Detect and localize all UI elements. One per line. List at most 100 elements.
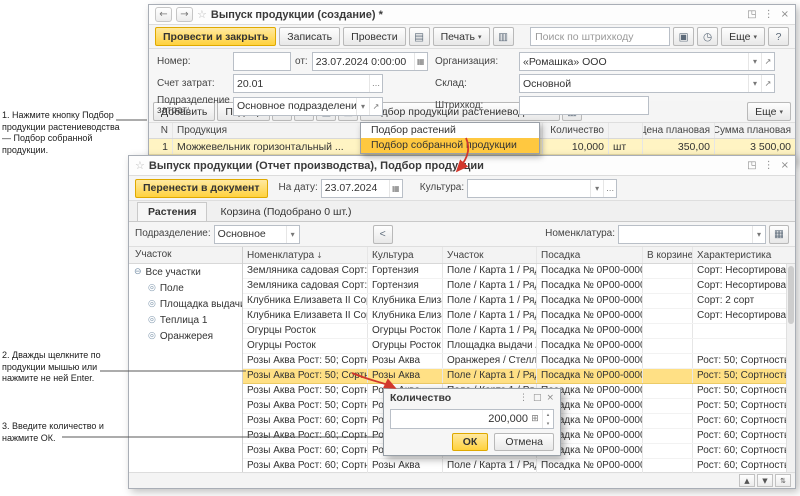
more-icon[interactable]: ⋮ <box>519 393 528 403</box>
table-row[interactable]: Клубника Елизавета II Сорт: Несор... Клу… <box>243 309 795 324</box>
create-based-on-icon[interactable]: ▤ <box>409 27 430 46</box>
open-icon[interactable]: ↗ <box>369 98 382 115</box>
spin-up-icon[interactable]: ▴ <box>543 410 553 419</box>
get-link-icon[interactable]: ◳ <box>747 9 756 20</box>
nomenclature-search-field[interactable]: ▾ <box>618 225 766 244</box>
calendar-icon[interactable]: ▦ <box>414 53 427 70</box>
column-header-culture[interactable]: Культура <box>368 247 443 263</box>
more-icon[interactable]: ⋮ <box>764 9 774 20</box>
chevron-down-icon[interactable]: ▾ <box>286 226 299 243</box>
warehouse-field[interactable]: Основной ▾ ↗ <box>519 74 775 93</box>
scroll-down-icon[interactable]: ▼ <box>757 474 773 487</box>
transfer-to-document-button[interactable]: Перенести в документ <box>135 179 268 198</box>
column-header-nomenclature[interactable]: Номенклатура↓ <box>243 247 368 263</box>
column-header-sum[interactable]: Сумма плановая <box>715 123 795 138</box>
table-row[interactable]: Огурцы Росток Огурцы Росток Площадка выд… <box>243 339 795 354</box>
menu-item-pick-plants[interactable]: Подбор растений <box>361 123 539 138</box>
barcode-input[interactable] <box>519 96 649 115</box>
table-row[interactable]: Земляника садовая Сорт: Несорти... Горте… <box>243 264 795 279</box>
column-header-quantity[interactable]: Количество <box>543 123 609 138</box>
history-icon[interactable]: ◷ <box>697 27 718 46</box>
close-icon[interactable]: × <box>781 9 789 20</box>
open-icon[interactable]: ↗ <box>761 75 774 92</box>
table-row[interactable]: Клубника Елизавета II Сорт: 2 сорт Клубн… <box>243 294 795 309</box>
more-button[interactable]: Еще ▾ <box>721 27 765 46</box>
get-link-icon[interactable]: ◳ <box>747 160 756 171</box>
menu-item-pick-harvested-products[interactable]: Подбор собранной продукции <box>361 138 539 153</box>
spin-down-icon[interactable]: ▾ <box>543 419 553 428</box>
post-and-close-button[interactable]: Провести и закрыть <box>155 27 276 46</box>
chevron-down-icon[interactable]: ▾ <box>356 98 369 115</box>
vertical-scrollbar[interactable] <box>786 264 795 472</box>
choose-icon[interactable]: … <box>603 180 616 197</box>
back-level-button[interactable]: < <box>373 225 393 244</box>
table-row[interactable]: Земляника садовая Сорт: Несорти... Горте… <box>243 279 795 294</box>
print-button[interactable]: Печать ▾ <box>433 27 490 46</box>
tab-basket[interactable]: Корзина (Подобрано 0 шт.) <box>209 202 362 221</box>
table-row[interactable]: Розы Аква Рост: 50; Сортность: НС Розы А… <box>243 369 795 384</box>
column-header-characteristic[interactable]: Характеристика <box>693 247 795 263</box>
save-button[interactable]: Записать <box>279 27 340 46</box>
ok-button[interactable]: ОК <box>452 433 489 451</box>
tree-collapse-icon[interactable]: ⊖ <box>134 267 142 277</box>
culture-field[interactable]: ▾ … <box>467 179 617 198</box>
organization-field[interactable]: «Ромашка» ООО ▾ ↗ <box>519 52 775 71</box>
close-icon[interactable]: × <box>781 160 789 171</box>
chevron-down-icon[interactable]: ▾ <box>748 75 761 92</box>
column-header-price[interactable]: Цена плановая <box>643 123 715 138</box>
cell-culture: Розы Аква <box>368 459 443 473</box>
scroll-up-icon[interactable]: ▲ <box>739 474 755 487</box>
number-input[interactable] <box>233 52 291 71</box>
tree-item[interactable]: ◎ Оранжерея <box>129 328 242 344</box>
tree-item[interactable]: ◎ Теплица 1 <box>129 312 242 328</box>
label-print-icon[interactable]: ▥ <box>493 27 514 46</box>
cell-nomenclature: Розы Аква Рост: 60; Сортность: С <box>243 444 368 458</box>
warehouse-label: Склад: <box>435 79 515 89</box>
favorite-star-icon[interactable]: ☆ <box>197 8 207 21</box>
annotation-step-3: 3. Введите количество и нажмите ОК. <box>2 421 110 444</box>
scroll-ends-icon[interactable]: ⇅ <box>775 474 791 487</box>
open-icon[interactable]: ↗ <box>761 53 774 70</box>
favorite-star-icon[interactable]: ☆ <box>135 159 145 172</box>
choose-icon[interactable]: … <box>369 75 382 92</box>
department-combo[interactable]: Основное ▾ <box>214 225 300 244</box>
more-icon[interactable]: ⋮ <box>764 160 774 171</box>
close-icon[interactable]: × <box>546 393 554 403</box>
column-header-n[interactable]: N <box>149 123 173 138</box>
restore-window-icon[interactable]: □ <box>533 393 542 403</box>
quantity-input[interactable]: 200,000 ⊞ ▴ ▾ <box>390 409 554 429</box>
pick-products-dropdown-menu: Подбор растений Подбор собранной продукц… <box>360 122 540 154</box>
column-header-plot[interactable]: Участок <box>443 247 537 263</box>
table-row[interactable]: Розы Аква Рост: 60; Сортность: С Розы Ак… <box>243 459 795 474</box>
chevron-down-icon[interactable]: ▾ <box>590 180 603 197</box>
chevron-down-icon[interactable]: ▾ <box>748 53 761 70</box>
cancel-button[interactable]: Отмена <box>494 433 554 451</box>
quantity-stepper[interactable]: ▴ ▾ <box>542 410 553 428</box>
column-header-in-basket[interactable]: В корзине <box>643 247 693 263</box>
table-row[interactable]: Огурцы Росток Огурцы Росток Поле / Карта… <box>243 324 795 339</box>
column-header-product[interactable]: Продукция <box>173 123 375 138</box>
calendar-icon[interactable]: ▦ <box>389 180 402 197</box>
scrollbar-thumb[interactable] <box>788 266 794 324</box>
register-barcode-icon[interactable]: ▣ <box>673 27 694 46</box>
date-input[interactable]: 23.07.2024 0:00:00 ▦ <box>312 52 428 71</box>
column-header-unit[interactable] <box>609 123 643 138</box>
back-button[interactable]: ← <box>155 7 172 22</box>
tree-item-all-plots[interactable]: ⊖ Все участки <box>129 264 242 280</box>
forward-button[interactable]: → <box>176 7 193 22</box>
tab-plants[interactable]: Растения <box>137 202 207 221</box>
chevron-down-icon[interactable]: ▾ <box>752 226 765 243</box>
column-header-planting[interactable]: Посадка <box>537 247 643 263</box>
help-button[interactable]: ? <box>768 27 789 46</box>
calculator-icon[interactable]: ⊞ <box>528 414 542 424</box>
tree-item[interactable]: ◎ Поле <box>129 280 242 296</box>
view-mode-grid-icon[interactable]: ▦ <box>769 225 789 244</box>
tree-item[interactable]: ◎ Площадка выдачи <box>129 296 242 312</box>
post-button[interactable]: Провести <box>343 27 405 46</box>
cell-unit: шт <box>609 139 643 154</box>
cost-account-field[interactable]: 20.01 … <box>233 74 383 93</box>
table-row[interactable]: Розы Аква Рост: 50; Сортность: НС Розы А… <box>243 354 795 369</box>
on-date-input[interactable]: 23.07.2024 ▦ <box>321 179 403 198</box>
barcode-search-input[interactable] <box>530 27 670 46</box>
cost-department-field[interactable]: Основное подразделение ▾ ↗ <box>233 97 383 116</box>
